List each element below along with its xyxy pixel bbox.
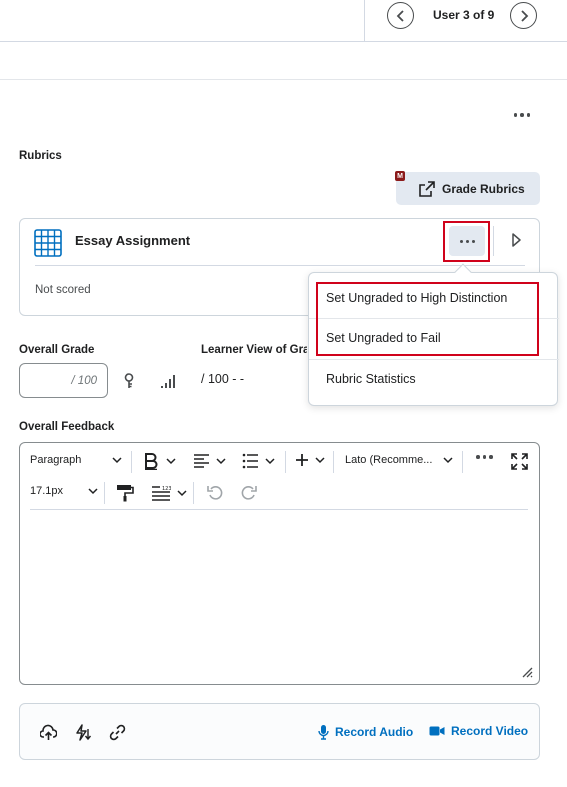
rubric-card-divider [35,265,525,266]
redo-button[interactable] [241,485,257,501]
chevron-down-icon [88,488,98,495]
record-video-label: Record Video [451,724,529,738]
chevron-down-icon [265,458,275,465]
rubric-grid-icon [34,229,62,257]
chevron-down-icon [443,457,453,464]
quicklink-icon[interactable] [75,724,92,741]
editor-toolbar-divider [30,509,528,510]
overall-grade-input[interactable]: / 100 [19,363,108,398]
toolbar-divider [104,482,105,504]
learner-grade-value: / 100 - - [201,372,245,386]
rubric-divider [493,226,494,256]
rubric-status: Not scored [35,284,91,296]
plus-icon [296,454,308,466]
chevron-down-icon [166,458,176,465]
rubric-title[interactable]: Essay Assignment [75,233,190,248]
record-audio-label: Record Audio [335,725,414,739]
top-bar-divider [364,0,365,41]
toolbar-divider [193,482,194,504]
video-camera-icon [429,726,445,736]
previous-user-button[interactable] [387,2,414,29]
expand-rubric-icon[interactable] [508,232,524,248]
page-more-options-button[interactable] [510,107,534,123]
ellipsis-dot [482,455,486,459]
resize-handle-icon[interactable] [521,666,533,678]
bold-button[interactable] [142,452,176,470]
toolbar-divider [285,451,286,473]
user-position: User 3 of 9 [433,8,495,22]
microphone-icon [318,725,329,740]
list-button[interactable] [242,453,275,469]
ellipsis-dot [526,113,531,117]
chevron-right-icon [520,9,528,22]
toolbar-divider [131,451,132,473]
attachments-bar: Record Audio Record Video [19,703,540,760]
line-spacing-icon: 123 [152,486,171,501]
record-audio-button[interactable]: Record Audio [318,724,413,740]
align-left-icon [194,454,209,468]
rubrics-label: Rubrics [19,150,62,162]
feedback-editor[interactable]: Paragraph Lato (Recomme... 17.1px 123 [19,442,540,685]
font-family-select[interactable]: Lato (Recomme... [345,454,453,466]
learner-view-label: Learner View of Grac [201,344,307,356]
ellipsis-dot [489,455,493,459]
undo-icon [207,486,223,500]
toolbar-divider [333,451,334,473]
header-band [0,42,567,80]
undo-button[interactable] [207,485,223,501]
menu-item-rubric-statistics[interactable]: Rubric Statistics [309,360,559,398]
ellipsis-dot [520,113,524,117]
upload-icon[interactable] [40,724,57,741]
align-button[interactable] [193,453,226,469]
format-painter-button[interactable] [116,484,134,502]
chevron-down-icon [315,457,325,464]
top-bar: User 3 of 9 [0,0,567,42]
external-link-icon [419,180,435,197]
ellipsis-icon [513,113,518,117]
overall-feedback-label: Overall Feedback [19,421,115,433]
svg-text:123: 123 [162,486,171,492]
block-format-value: Paragraph [30,454,82,466]
grade-stats-icon[interactable] [160,373,178,389]
record-video-button[interactable]: Record Video [429,724,528,738]
bulleted-list-icon [242,453,258,469]
m-badge: M [395,171,405,181]
toolbar-divider [462,451,463,473]
highlight-box [316,282,539,356]
line-spacing-button[interactable]: 123 [151,485,187,501]
font-size-select[interactable]: 17.1px [30,485,98,497]
grade-rubrics-label: Grade Rubrics [442,181,525,196]
redo-icon [241,486,257,500]
editor-more-button[interactable] [476,455,493,459]
paint-roller-icon [117,485,134,502]
bold-icon [145,453,158,470]
insert-button[interactable] [295,453,325,467]
next-user-button[interactable] [510,2,537,29]
fullscreen-button[interactable] [511,453,528,470]
block-format-select[interactable]: Paragraph [30,454,122,466]
font-family-value: Lato (Recomme... [345,454,433,466]
grade-rubrics-button[interactable]: Grade Rubrics [396,172,540,205]
fullscreen-icon [511,453,528,470]
ellipsis-icon [476,455,480,459]
link-icon[interactable] [109,724,126,741]
chevron-down-icon [112,457,122,464]
chevron-down-icon [177,490,187,497]
chevron-left-icon [396,9,404,22]
grade-input-placeholder: / 100 [71,374,97,387]
overall-grade-label: Overall Grade [19,344,95,356]
highlight-box [443,221,490,262]
key-icon[interactable] [122,373,136,389]
font-size-value: 17.1px [30,485,64,497]
chevron-down-icon [216,458,226,465]
